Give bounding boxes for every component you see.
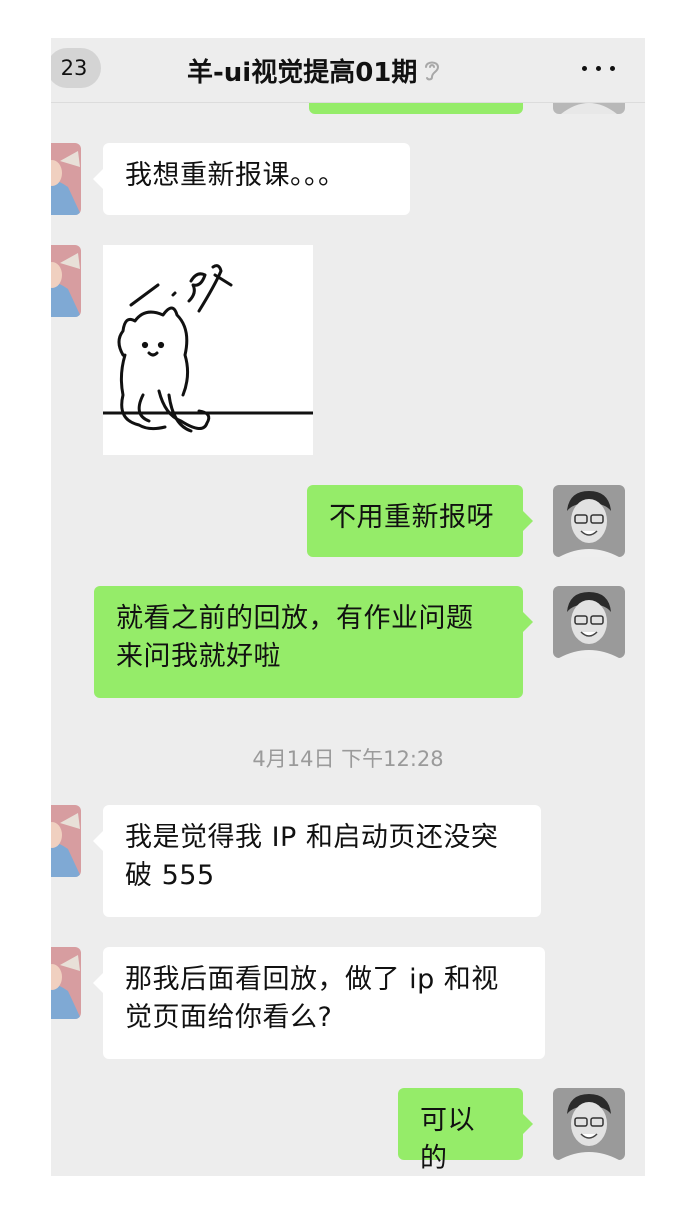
message-text: 可以的 [420,1105,475,1174]
self-avatar[interactable] [553,485,625,557]
chat-header: 23 羊-ui视觉提高01期 [51,38,645,103]
message-text-line: 破 555 [125,860,215,891]
message-text-line: 我是觉得我 IP 和启动页还没突 [125,822,499,853]
message-timestamp: 4月14日 下午12:28 [252,747,444,771]
doodle-cat-sticker[interactable] [101,245,315,455]
message-text-line: 就看之前的回放，有作业问题 [116,603,474,634]
message-bubble[interactable]: 我想重新报课。。。 [93,143,410,215]
self-avatar[interactable] [553,1088,625,1160]
message-bubble[interactable]: 可以的 [398,1088,533,1174]
message-bubble[interactable]: 那我后面看回放，做了 ip 和视 觉页面给你看么? [93,947,545,1059]
message-text-line: 来问我就好啦 [116,641,281,672]
chat-title: 羊-ui视觉提高01期 [187,57,418,88]
message-bubble[interactable]: 我是觉得我 IP 和启动页还没突 破 555 [93,805,541,917]
chat-screen: 23 羊-ui视觉提高01期 我想重新报课。。。 不用重新报呀 就看之前的回放，… [51,38,645,1176]
contact-avatar[interactable] [51,245,81,317]
self-avatar[interactable] [553,586,625,658]
message-text-line: 觉页面给你看么? [125,1002,333,1033]
contact-avatar[interactable] [51,947,81,1019]
message-bubble[interactable]: 就看之前的回放，有作业问题 来问我就好啦 [94,586,533,698]
back-unread-badge[interactable]: 23 [51,48,101,88]
ear-muted-icon [423,58,441,82]
title-group: 羊-ui视觉提高01期 [187,50,441,90]
message-text-line: 那我后面看回放，做了 ip 和视 [125,964,499,995]
message-text: 我想重新报课。。。 [125,160,346,191]
more-dots-icon[interactable] [580,54,624,84]
message-text: 不用重新报呀 [329,502,494,533]
message-bubble[interactable]: 不用重新报呀 [307,485,533,557]
contact-avatar[interactable] [51,143,81,215]
contact-avatar[interactable] [51,805,81,877]
